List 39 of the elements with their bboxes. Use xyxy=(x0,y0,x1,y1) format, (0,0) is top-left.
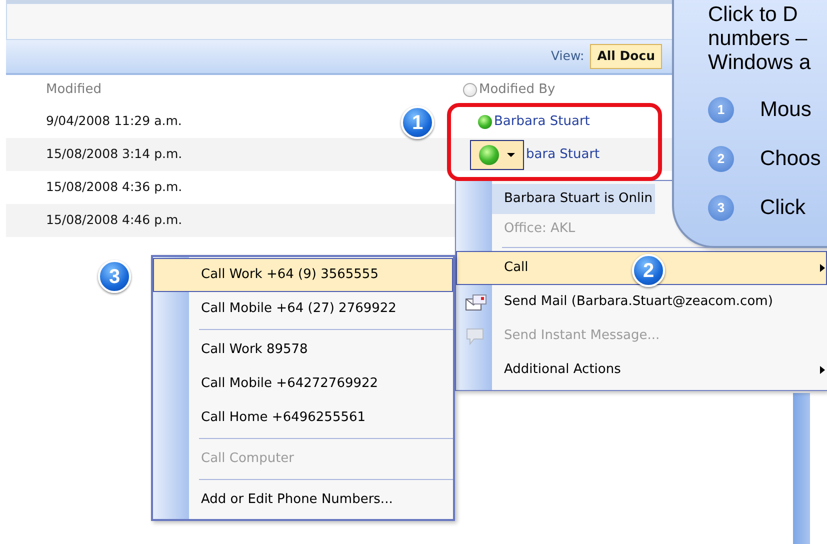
view-dropdown[interactable]: All Docu xyxy=(590,44,662,69)
callout-text: Click to D xyxy=(708,3,799,27)
menu-item[interactable]: Call Mobile +64 (27) 2769922 xyxy=(153,292,453,326)
step-text: Click xyxy=(760,194,806,221)
menu-item[interactable]: Call Mobile +64272769922 xyxy=(153,367,453,401)
presence-unknown-icon xyxy=(463,83,477,97)
submenu-arrow-icon xyxy=(820,366,825,374)
status-item[interactable]: Barbara Stuart is Onlin xyxy=(492,184,656,214)
column-header[interactable]: Modified By xyxy=(479,80,556,100)
presence-icon xyxy=(478,114,492,128)
step-number: 2 xyxy=(708,146,734,172)
callout-text: numbers – xyxy=(708,27,808,51)
menu-item[interactable]: Add or Edit Phone Numbers... xyxy=(153,483,453,517)
step-text: Mous xyxy=(760,96,812,123)
table-cell: 15/08/2008 4:46 p.m. xyxy=(46,212,182,228)
menu-item[interactable]: Call Work +64 (9) 3565555 xyxy=(153,258,453,292)
step-marker: 1 xyxy=(401,106,434,139)
menu-item[interactable]: Additional Actions xyxy=(456,353,827,387)
mail-icon xyxy=(465,294,487,312)
menu-item: Call Computer xyxy=(153,442,453,476)
menu-item[interactable]: Call Home +6496255561 xyxy=(153,401,453,435)
chat-icon xyxy=(465,328,485,346)
submenu-arrow-icon xyxy=(820,264,825,272)
table-cell: 15/08/2008 3:14 p.m. xyxy=(46,146,182,162)
callout-text: Windows a xyxy=(708,51,812,75)
user-link[interactable]: Barbara Stuart xyxy=(494,112,590,132)
step-marker: 3 xyxy=(98,260,131,293)
step-number: 1 xyxy=(708,96,734,122)
view-label: View: xyxy=(551,47,584,66)
step-text: Choos xyxy=(760,146,821,172)
step-number: 3 xyxy=(708,194,734,220)
table-cell: 9/04/2008 11:29 a.m. xyxy=(46,113,182,128)
menu-item: Send Instant Message... xyxy=(456,319,827,353)
menu-item[interactable]: Send Mail (Barbara.Stuart@zeacom.com) xyxy=(456,285,827,319)
user-link[interactable]: bara Stuart xyxy=(526,144,600,164)
table-cell: 15/08/2008 4:36 p.m. xyxy=(46,179,182,194)
column-header[interactable]: Modified xyxy=(46,82,102,98)
presence-menu-button[interactable] xyxy=(470,140,524,170)
menu-item[interactable]: Call Work 89578 xyxy=(153,333,453,367)
